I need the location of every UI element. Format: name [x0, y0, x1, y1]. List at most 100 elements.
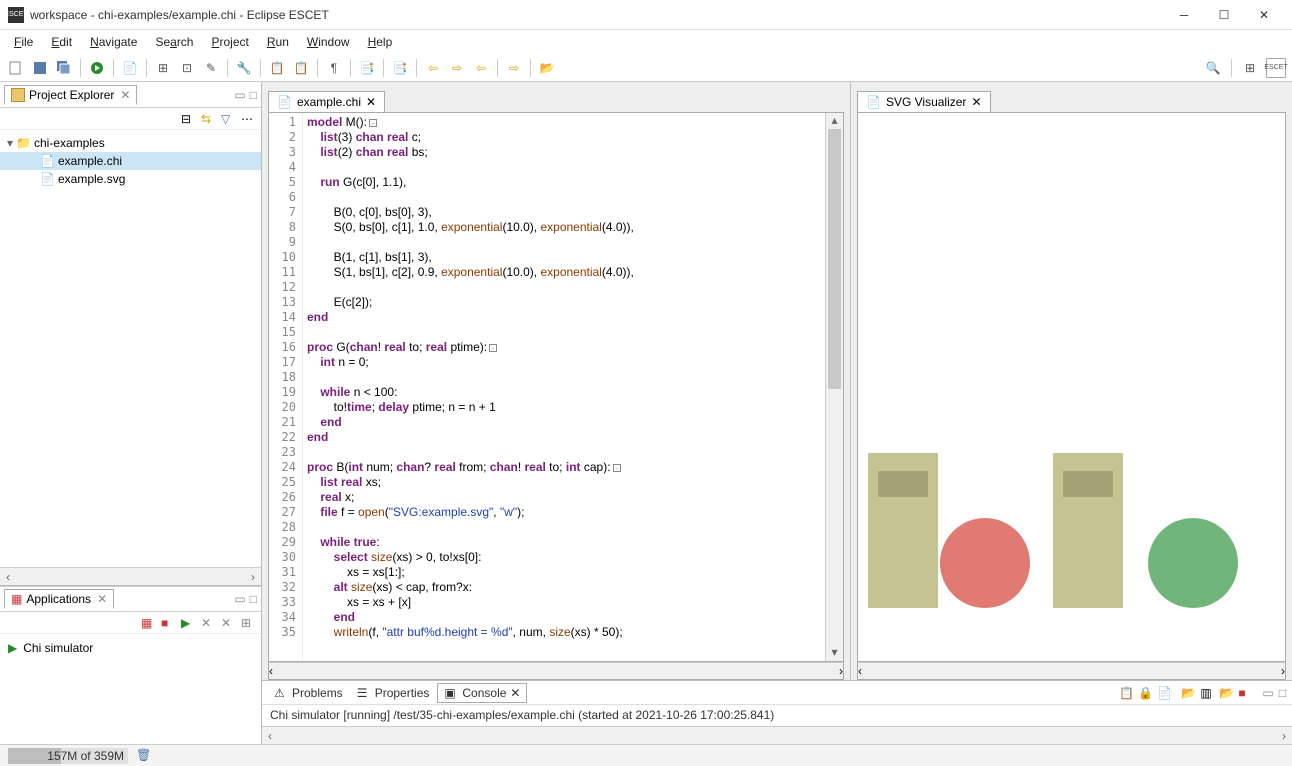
terminate-all-icon[interactable]: ▦	[141, 616, 155, 630]
tab-svg-visualizer[interactable]: 📄 SVG Visualizer ✕	[857, 91, 991, 112]
editor-vscrollbar[interactable]: ▴ ▾	[825, 113, 843, 661]
menu-edit[interactable]: Edit	[43, 33, 80, 51]
tree-project[interactable]: ▾ 📁 chi-examples	[0, 134, 261, 152]
tb-btn-7[interactable]: ¶	[324, 58, 344, 78]
cons-ic-2[interactable]: 🔒	[1138, 686, 1152, 700]
tab-properties[interactable]: ☰Properties	[351, 684, 436, 702]
terminate-icon[interactable]: ■	[1238, 686, 1252, 700]
bottom-tabbar: ⚠Problems ☰Properties ▣Console✕ 📋 🔒 📄 📂 …	[262, 681, 1292, 705]
tb-btn-10[interactable]: 📂	[537, 58, 557, 78]
editor-text[interactable]: model M():- list(3) chan real c; list(2)…	[303, 113, 825, 661]
close-icon[interactable]: ✕	[97, 592, 107, 606]
maximize-button[interactable]: ☐	[1204, 0, 1244, 30]
scroll-down-icon[interactable]: ▾	[826, 645, 843, 661]
minimize-view-icon[interactable]: ▭	[234, 592, 245, 606]
tb-btn-6[interactable]: 📋	[291, 58, 311, 78]
scroll-left-icon[interactable]: ‹	[858, 664, 862, 678]
add-icon[interactable]: ⊞	[241, 616, 255, 630]
search-icon[interactable]: 🔍	[1203, 58, 1223, 78]
tree-file-chi[interactable]: 📄 example.chi	[0, 152, 261, 170]
tb-btn-8[interactable]: 📑	[357, 58, 377, 78]
run-icon[interactable]: ▶	[181, 616, 195, 630]
console-output[interactable]: Chi simulator [running] /test/35-chi-exa…	[262, 705, 1292, 726]
cons-ic-3[interactable]: 📄	[1157, 686, 1171, 700]
scroll-right-icon[interactable]: ›	[1276, 729, 1292, 743]
tree-file-svg[interactable]: 📄 example.svg	[0, 170, 261, 188]
nav-back-button[interactable]: ⇦	[423, 58, 443, 78]
gc-icon[interactable]: 🗑	[136, 748, 152, 764]
collapse-all-icon[interactable]: ⊟	[181, 112, 195, 126]
remove-all-icon[interactable]: ✕	[221, 616, 235, 630]
minimize-button[interactable]: ─	[1164, 0, 1204, 30]
console-hscrollbar[interactable]: ‹ ›	[262, 726, 1292, 744]
project-explorer-title: Project Explorer	[29, 88, 114, 102]
twisty-expanded-icon[interactable]: ▾	[4, 136, 16, 150]
tab-applications[interactable]: ▦ Applications ✕	[4, 589, 114, 609]
heap-label: 157M of 359M	[47, 749, 124, 763]
svg-hscrollbar[interactable]: ‹ ›	[857, 662, 1286, 680]
cons-ic-4[interactable]: 📂	[1181, 686, 1195, 700]
close-icon[interactable]: ✕	[971, 95, 981, 109]
menu-search[interactable]: Search	[147, 33, 201, 51]
cons-ic-1[interactable]: 📋	[1119, 686, 1133, 700]
scroll-left-icon[interactable]: ‹	[269, 664, 273, 678]
scroll-up-icon[interactable]: ▴	[826, 113, 843, 129]
tb-btn-4[interactable]: 🔧	[234, 58, 254, 78]
nav-fwd-button[interactable]: ⇨	[447, 58, 467, 78]
maximize-view-icon[interactable]: □	[250, 592, 257, 606]
tb-btn-1[interactable]: ⊞	[153, 58, 173, 78]
close-button[interactable]: ✕	[1244, 0, 1284, 30]
heap-status[interactable]: 157M of 359M	[8, 748, 128, 764]
tab-project-explorer[interactable]: Project Explorer ✕	[4, 85, 137, 105]
nav-back2-button[interactable]: ⇦	[471, 58, 491, 78]
link-editor-icon[interactable]: ⇆	[201, 112, 215, 126]
escet-perspective-button[interactable]: ESCET	[1266, 58, 1286, 78]
close-icon[interactable]: ✕	[120, 88, 130, 102]
menu-window[interactable]: Window	[299, 33, 358, 51]
editor-tab[interactable]: 📄 example.chi ✕	[268, 91, 385, 112]
tb-btn-3[interactable]: ✎	[201, 58, 221, 78]
editor-hscrollbar[interactable]: ‹ ›	[268, 662, 844, 680]
menu-run[interactable]: Run	[259, 33, 297, 51]
terminate-icon[interactable]: ■	[161, 616, 175, 630]
editor-tab-label: example.chi	[297, 95, 361, 109]
save-all-button[interactable]	[54, 58, 74, 78]
close-icon[interactable]: ✕	[366, 95, 376, 109]
tb-btn-9[interactable]: 📑	[390, 58, 410, 78]
remove-icon[interactable]: ✕	[201, 616, 215, 630]
scroll-left-icon[interactable]: ‹	[262, 729, 278, 743]
minimize-view-icon[interactable]: ▭	[1262, 686, 1273, 700]
new-button[interactable]	[6, 58, 26, 78]
tb-btn-2[interactable]: ⊡	[177, 58, 197, 78]
tb-btn-5[interactable]: 📋	[267, 58, 287, 78]
filter-icon[interactable]: ▽	[221, 112, 235, 126]
editor-body[interactable]: 1 2 3 4 5 6 7 8 9 10 11 12 13 14 15 16 1…	[268, 112, 844, 662]
close-icon[interactable]: ✕	[510, 686, 520, 700]
console-line: Chi simulator [running] /test/35-chi-exa…	[270, 708, 1284, 722]
menu-project[interactable]: Project	[203, 33, 256, 51]
minimize-view-icon[interactable]: ▭	[234, 88, 245, 102]
view-menu-icon[interactable]: ⋯	[241, 112, 255, 126]
folder-icon: 📁	[16, 136, 30, 150]
scroll-right-icon[interactable]: ›	[245, 570, 261, 584]
cons-ic-6[interactable]: 📂	[1219, 686, 1233, 700]
maximize-view-icon[interactable]: □	[250, 88, 257, 102]
open-perspective-button[interactable]: ⊞	[1240, 58, 1260, 78]
menu-navigate[interactable]: Navigate	[82, 33, 145, 51]
menu-file[interactable]: File	[6, 33, 41, 51]
project-explorer-tree[interactable]: ▾ 📁 chi-examples 📄 example.chi 📄 example…	[0, 130, 261, 567]
maximize-view-icon[interactable]: □	[1279, 686, 1286, 700]
scroll-right-icon[interactable]: ›	[1281, 664, 1285, 678]
nav-fwd2-button[interactable]: ⇨	[504, 58, 524, 78]
run-button[interactable]	[87, 58, 107, 78]
tab-problems[interactable]: ⚠Problems	[268, 684, 349, 702]
open-type-button[interactable]: 📄	[120, 58, 140, 78]
cons-ic-5[interactable]: ▥	[1200, 686, 1214, 700]
save-button[interactable]	[30, 58, 50, 78]
explorer-hscrollbar[interactable]: ‹ ›	[0, 567, 261, 585]
application-item[interactable]: ▶ Chi simulator	[8, 638, 253, 658]
scroll-right-icon[interactable]: ›	[839, 664, 843, 678]
tab-console[interactable]: ▣Console✕	[437, 683, 527, 703]
menu-help[interactable]: Help	[360, 33, 401, 51]
scroll-left-icon[interactable]: ‹	[0, 570, 16, 584]
